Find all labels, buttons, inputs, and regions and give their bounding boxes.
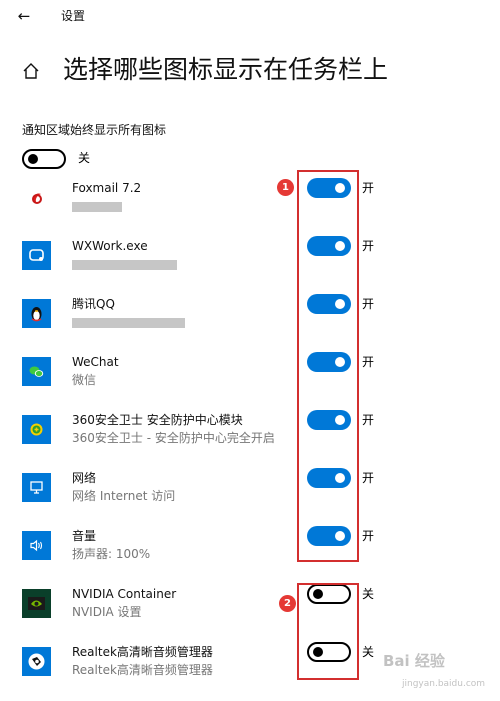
app-row-qq: 腾讯QQ 开 [0,290,500,348]
toggle-knob [28,154,38,164]
app-description: 微信 [72,373,97,387]
app-row-wechat: WeChat 微信 开 [0,348,500,406]
app-name: WeChat [72,355,119,369]
app-row-wxwork: WXWork.exe 开 [0,232,500,290]
app-name: Foxmail 7.2 [72,181,142,195]
app-row-360: 360安全卫士 安全防护中心模块 360安全卫士 - 安全防护中心完全开启 开 [0,406,500,464]
redacted-text [72,318,185,328]
app-row-foxmail: Foxmail 7.2 开 [0,174,500,232]
baidu-watermark-url: jingyan.baidu.com [402,679,486,689]
toggle-state: 开 [362,181,375,195]
app-description: NVIDIA 设置 [72,605,142,619]
toggle-state: 关 [362,587,375,601]
redacted-text [72,260,177,270]
back-arrow-icon[interactable]: ← [14,6,34,26]
360-shield-icon [22,415,51,444]
nvidia-icon [22,589,51,618]
app-description: 360安全卫士 - 安全防护中心完全开启 [72,431,275,445]
app-description: 网络 Internet 访问 [72,489,176,503]
toggle-state: 开 [362,413,375,427]
toggle-state: 开 [362,355,375,369]
app-name: 音量 [72,529,97,543]
network-monitor-icon [22,473,51,502]
toggle-state: 开 [362,297,375,311]
toggle-state: 开 [362,471,375,485]
page-title: 选择哪些图标显示在任务栏上 [63,55,389,84]
toggle-state: 开 [362,529,375,543]
app-row-volume: 音量 扬声器: 100% 开 [0,522,500,580]
qq-penguin-icon [22,299,51,328]
toggle-switch[interactable] [22,149,66,169]
app-name: 360安全卫士 安全防护中心模块 [72,413,243,427]
app-row-network: 网络 网络 Internet 访问 开 [0,464,500,522]
wechat-icon [22,357,51,386]
always-show-all-label: 通知区域始终显示所有图标 [22,123,167,137]
app-row-nvidia: NVIDIA Container NVIDIA 设置 关 [0,580,500,638]
app-name: WXWork.exe [72,239,148,253]
app-name: NVIDIA Container [72,587,177,601]
baidu-watermark: Bai 经验 [383,652,445,670]
annotation-badge-1: 1 [277,179,294,196]
app-description: 扬声器: 100% [72,547,151,561]
redacted-text [72,202,122,212]
annotation-box-enabled [297,170,359,562]
foxmail-icon [22,183,51,212]
app-name: Realtek高清晰音频管理器 [72,645,213,659]
title-bar: ← 设置 [0,0,500,34]
toggle-state: 关 [362,645,375,659]
always-show-all-toggle[interactable] [22,149,66,169]
realtek-speaker-icon [22,647,51,676]
app-description: Realtek高清晰音频管理器 [72,663,213,677]
wxwork-icon [22,241,51,270]
toggle-state: 开 [362,239,375,253]
settings-breadcrumb: 设置 [61,9,86,23]
home-icon[interactable] [21,61,41,81]
annotation-badge-2: 2 [279,595,296,612]
app-name: 腾讯QQ [72,297,115,311]
annotation-box-disabled [297,583,359,680]
app-name: 网络 [72,471,97,485]
always-show-all-state: 关 [78,151,91,165]
speaker-volume-icon [22,531,51,560]
